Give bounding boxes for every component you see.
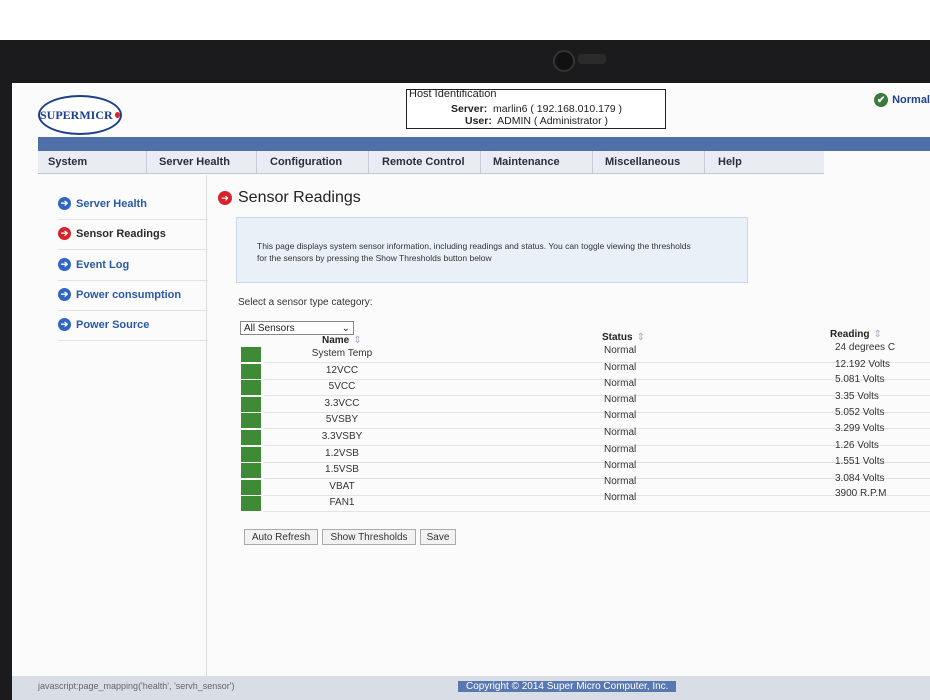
chevron-down-icon: ⌄: [341, 322, 350, 334]
sensor-name: 5VCC: [328, 381, 356, 392]
sensor-reading: 3.35 Volts: [835, 391, 879, 402]
menu-system[interactable]: System: [48, 156, 87, 168]
sensor-status: Normal: [604, 394, 637, 405]
sidebar-item-power-source[interactable]: ➔ Power Source: [58, 318, 149, 331]
arrow-right-icon: ➔: [58, 258, 71, 271]
browser-screen: SUPERMICR Host Identification Server: ma…: [12, 83, 930, 700]
sensor-reading: 5.052 Volts: [835, 407, 885, 418]
status-color-indicator: [241, 463, 261, 478]
sensor-status: Normal: [604, 378, 637, 389]
menu-remote-control[interactable]: Remote Control: [382, 156, 465, 168]
sensor-reading: 5.081 Volts: [835, 374, 885, 385]
menu-maintenance[interactable]: Maintenance: [493, 156, 560, 168]
arrow-right-icon: ➔: [58, 227, 71, 240]
host-title: Host Identification: [409, 88, 497, 100]
page-title: ➔ Sensor Readings: [218, 189, 361, 207]
webcam-shutter: [578, 54, 606, 64]
main-menu: System Server Health Configuration Remot…: [38, 151, 824, 174]
sensor-status: Normal: [604, 492, 637, 503]
sidebar-item-server-health[interactable]: ➔ Server Health: [58, 197, 147, 210]
sensor-reading: 24 degrees C: [835, 342, 896, 353]
server-row: Server: marlin6 ( 192.168.010.179 ): [451, 103, 623, 115]
status-color-indicator: [241, 430, 261, 445]
menu-server-health[interactable]: Server Health: [159, 156, 230, 168]
sidebar-item-power-consumption[interactable]: ➔ Power consumption: [58, 288, 181, 301]
sensor-reading: 12.192 Volts: [835, 359, 891, 370]
sidebar: ➔ Server Health ➔ Sensor Readings ➔ Even…: [38, 175, 208, 700]
status-color-indicator: [241, 496, 261, 511]
column-header-reading[interactable]: Reading ⇕: [830, 329, 882, 340]
checkmark-icon: ✔: [874, 93, 889, 107]
sidebar-item-sensor-readings[interactable]: ➔ Sensor Readings: [58, 227, 166, 240]
arrow-right-icon: ➔: [58, 197, 71, 210]
sensor-reading: 1.26 Volts: [835, 440, 879, 451]
arrow-right-icon: ➔: [58, 318, 71, 331]
sensor-reading: 1.551 Volts: [835, 456, 885, 467]
status-color-indicator: [241, 413, 261, 428]
status-color-indicator: [241, 347, 261, 362]
menu-configuration[interactable]: Configuration: [270, 156, 342, 168]
sort-icon: ⇕: [873, 329, 882, 340]
sensor-reading: 3.299 Volts: [835, 423, 885, 434]
status-color-indicator: [241, 447, 261, 462]
sensor-reading: 3.084 Volts: [835, 473, 885, 484]
sensor-status: Normal: [604, 476, 637, 487]
sensor-status: Normal: [604, 362, 637, 373]
save-button[interactable]: Save: [420, 529, 456, 545]
supermicro-logo: SUPERMICR: [38, 95, 122, 135]
sensor-name: VBAT: [329, 481, 355, 492]
sensor-status: Normal: [604, 460, 637, 471]
sensor-status: Normal: [604, 427, 637, 438]
sensor-name: 1.2VSB: [325, 448, 359, 459]
sensor-name: FAN1: [329, 497, 355, 508]
arrow-right-icon: ➔: [58, 288, 71, 301]
status-color-indicator: [241, 380, 261, 395]
sidebar-item-event-log[interactable]: ➔ Event Log: [58, 258, 129, 271]
status-color-indicator: [241, 480, 261, 495]
sensor-status: Normal: [604, 444, 637, 455]
arrow-right-icon: ➔: [218, 191, 232, 205]
sort-icon: ⇕: [636, 332, 645, 343]
host-identification-box: Host Identification Server: marlin6 ( 19…: [406, 88, 666, 129]
sensor-reading: 3900 R.P.M: [835, 488, 887, 499]
sensor-name: 3.3VCC: [324, 398, 360, 409]
column-header-name[interactable]: Name ⇕: [322, 335, 362, 346]
sensor-status: Normal: [604, 410, 637, 421]
system-status: ✔ Normal: [874, 93, 930, 107]
status-url: javascript:page_mapping('health', 'servh…: [38, 681, 235, 691]
sensor-name: 12VCC: [325, 365, 359, 376]
show-thresholds-button[interactable]: Show Thresholds: [322, 529, 416, 545]
sort-icon: ⇕: [353, 335, 362, 346]
status-color-indicator: [241, 397, 261, 412]
sensor-status: Normal: [604, 345, 637, 356]
webcam-icon: [553, 50, 575, 72]
menu-help[interactable]: Help: [718, 156, 742, 168]
sensor-name: 1.5VSB: [325, 464, 359, 475]
select-label: Select a sensor type category:: [238, 297, 373, 308]
column-header-status[interactable]: Status ⇕: [602, 332, 645, 343]
auto-refresh-button[interactable]: Auto Refresh: [244, 529, 318, 545]
sensor-name: 3.3VSBY: [321, 431, 363, 442]
status-color-indicator: [241, 364, 261, 379]
info-box: This page displays system sensor informa…: [236, 217, 748, 283]
info-text: This page displays system sensor informa…: [257, 241, 691, 263]
sensor-name: System Temp: [311, 348, 373, 359]
menu-miscellaneous[interactable]: Miscellaneous: [605, 156, 680, 168]
user-row: User: ADMIN ( Administrator ): [465, 115, 608, 127]
header-bar: [38, 137, 930, 151]
copyright: Copyright © 2014 Super Micro Computer, I…: [458, 681, 677, 692]
sensor-name: 5VSBY: [325, 414, 359, 425]
sensor-type-select[interactable]: All Sensors ⌄: [240, 321, 354, 335]
